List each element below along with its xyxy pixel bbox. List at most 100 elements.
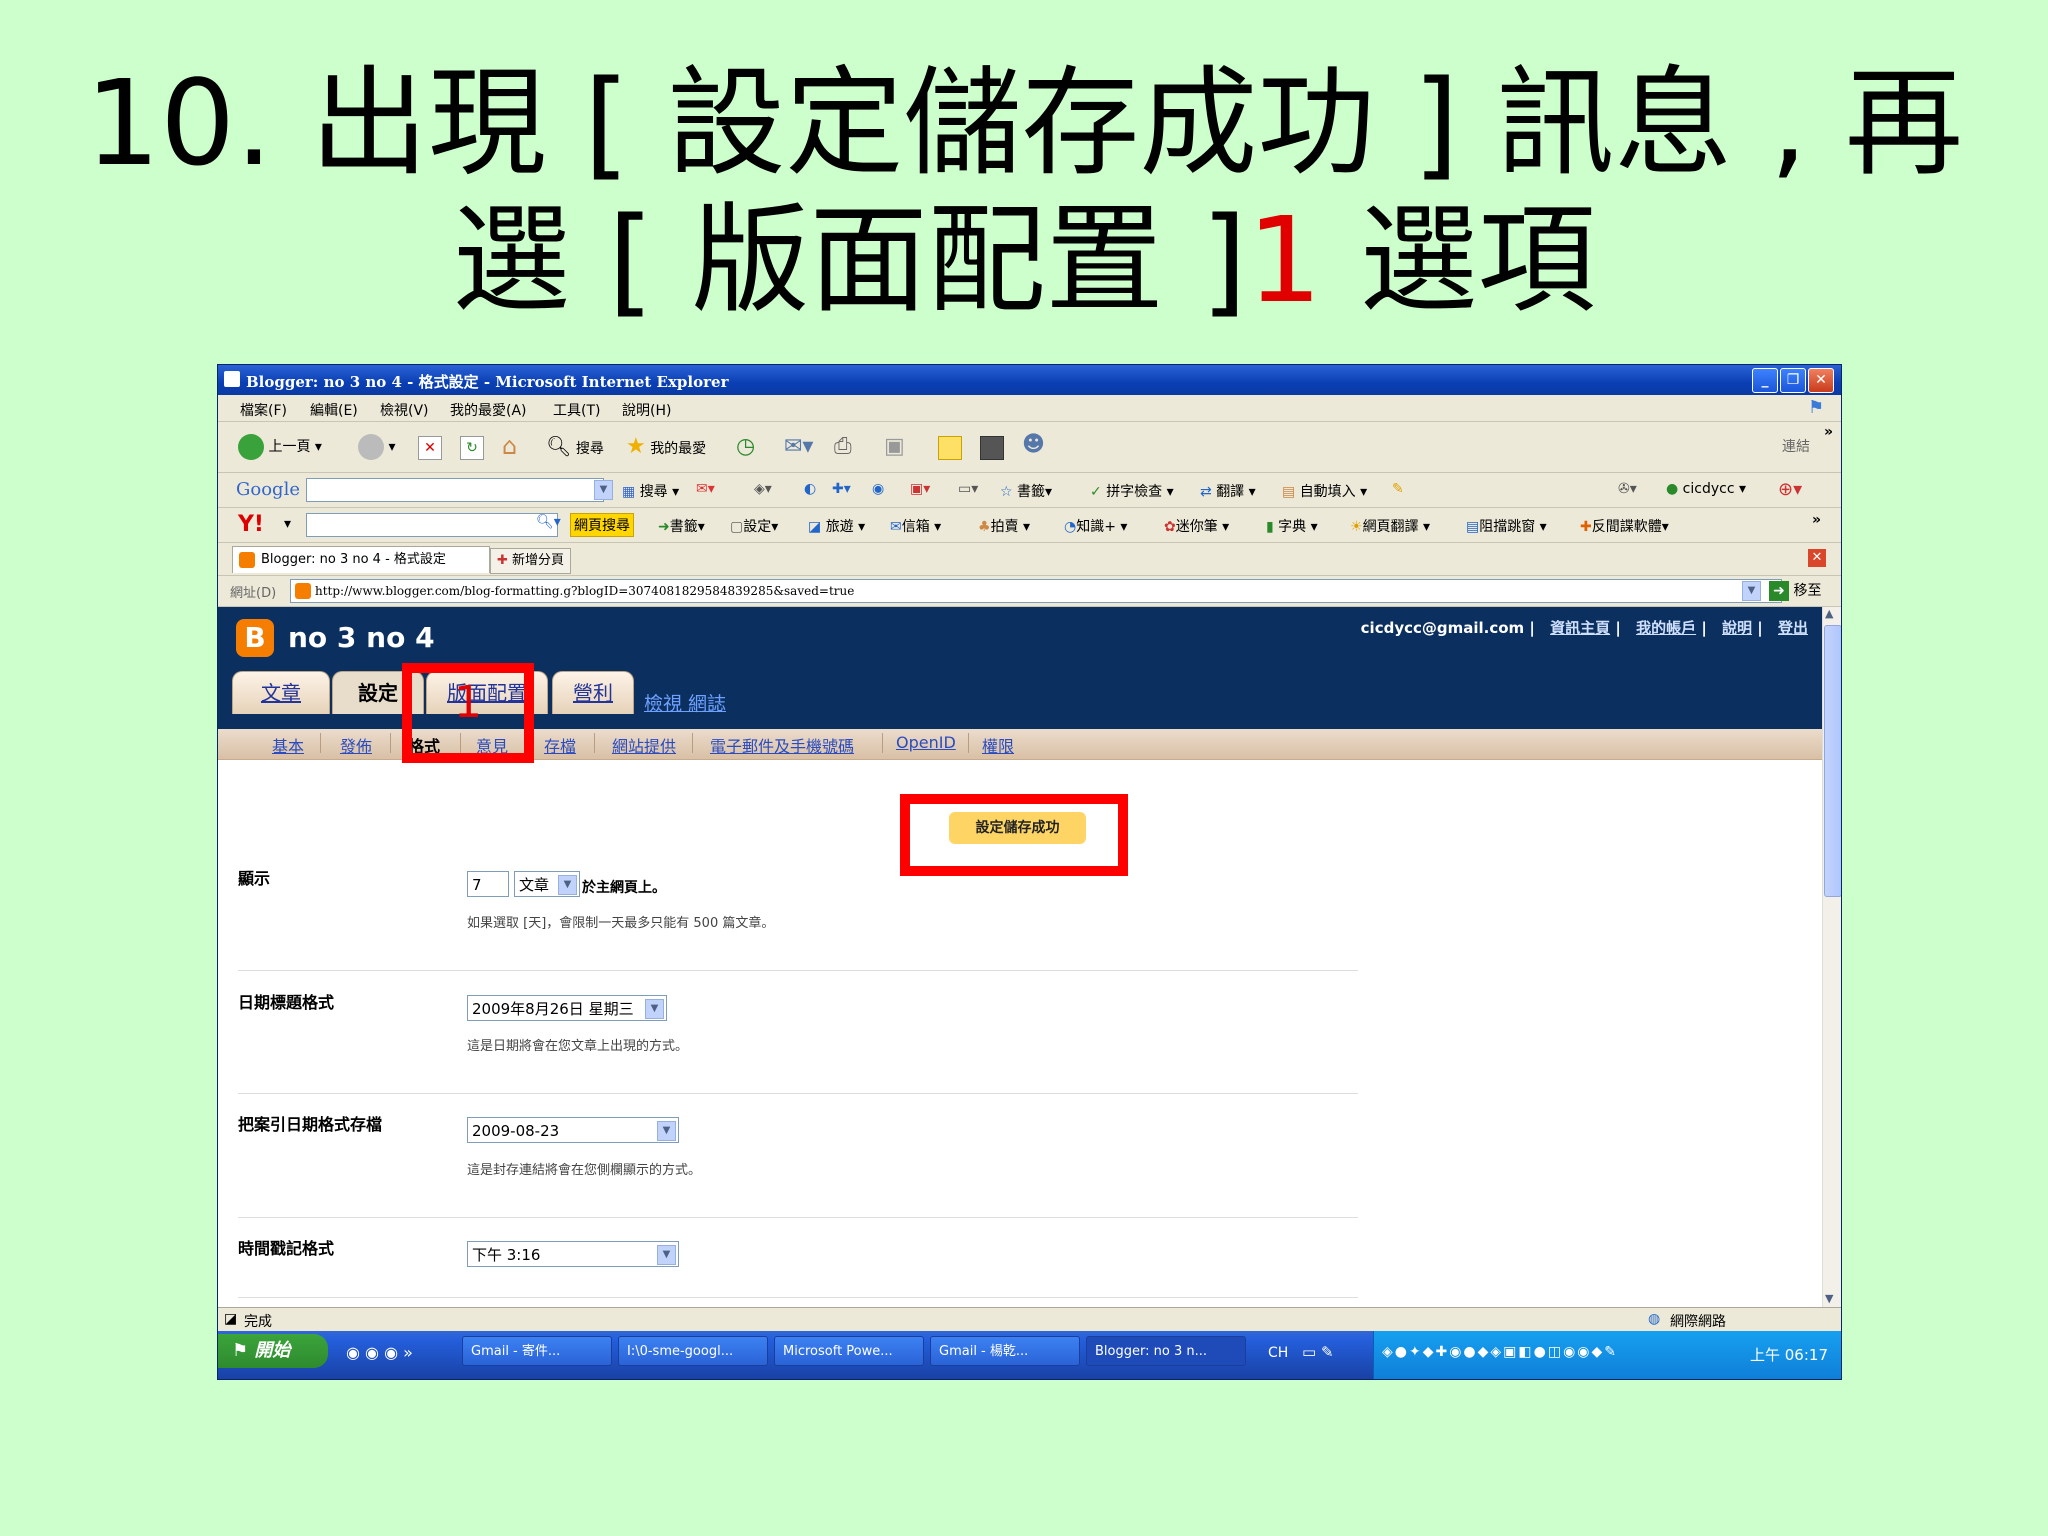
menu-favorites[interactable]: 我的最愛(A) bbox=[450, 400, 527, 420]
yahoo-mail[interactable]: ✉信箱 ▾ bbox=[890, 516, 941, 536]
quicklaunch-icons[interactable]: ◉ ◉ ◉ » bbox=[346, 1343, 413, 1362]
yahoo-minipen[interactable]: ✿迷你筆 ▾ bbox=[1164, 516, 1229, 536]
yahoo-dictionary[interactable]: ▮ 字典 ▾ bbox=[1266, 516, 1318, 536]
popup-icon[interactable]: ▣▾ bbox=[910, 481, 930, 497]
edit-icon[interactable]: ▣ bbox=[884, 434, 905, 459]
plus-icon[interactable]: ✚▾ bbox=[832, 481, 851, 497]
yahoo-settings[interactable]: ▢設定▾ bbox=[730, 516, 778, 536]
subnav-email-mobile[interactable]: 電子郵件及手機號碼 bbox=[710, 733, 854, 757]
links-label[interactable]: 連結 bbox=[1782, 436, 1810, 456]
task-gmail-2[interactable]: Gmail - 楊乾... bbox=[930, 1336, 1080, 1366]
yahoo-antispyware[interactable]: ✚反間諜軟體▾ bbox=[1580, 516, 1669, 536]
post-unit-select[interactable]: 文章 ▼ bbox=[514, 871, 580, 897]
go-button[interactable]: ➜ 移至 bbox=[1769, 580, 1821, 601]
google-search-dropdown[interactable]: ▼ bbox=[594, 480, 613, 500]
subnav-site-feed[interactable]: 網站提供 bbox=[612, 733, 676, 757]
my-account-link[interactable]: 我的帳戶 bbox=[1636, 619, 1696, 637]
home-icon[interactable]: ⌂ bbox=[502, 432, 517, 460]
yahoo-menu-arrow[interactable]: ▾ bbox=[284, 516, 291, 532]
subnav-archiving[interactable]: 存檔 bbox=[544, 733, 576, 757]
google-search-button[interactable]: ▦ 搜尋 ▾ bbox=[622, 481, 679, 501]
task-folder[interactable]: I:\0-sme-googl... bbox=[618, 1336, 768, 1366]
messenger-icon[interactable]: ☻ bbox=[1022, 432, 1045, 457]
address-dropdown[interactable]: ▼ bbox=[1742, 581, 1761, 601]
close-tab-icon[interactable]: ✕ bbox=[1808, 549, 1826, 567]
refresh-icon[interactable]: ↻ bbox=[460, 436, 484, 460]
pencil-icon[interactable]: ✎ bbox=[1392, 481, 1404, 497]
task-powerpoint[interactable]: Microsoft Powe... bbox=[774, 1336, 924, 1366]
yahoo-popup-blocker[interactable]: ▤阻擋跳窗 ▾ bbox=[1466, 516, 1547, 536]
yahoo-search-input[interactable] bbox=[306, 513, 558, 537]
menu-view[interactable]: 檢視(V) bbox=[380, 400, 429, 420]
translate-button[interactable]: ⇄ 翻譯 ▾ bbox=[1200, 481, 1256, 501]
menu-edit[interactable]: 編輯(E) bbox=[310, 400, 358, 420]
date-header-select[interactable]: 2009年8月26日 星期三 ▼ bbox=[467, 995, 667, 1021]
ime-icons[interactable]: ▭ ✎ bbox=[1302, 1343, 1334, 1361]
subnav-basic[interactable]: 基本 bbox=[272, 733, 304, 757]
menu-help[interactable]: 說明(H) bbox=[622, 400, 671, 420]
task-gmail-sent[interactable]: Gmail - 寄件... bbox=[462, 1336, 612, 1366]
minimize-button[interactable]: _ bbox=[1752, 368, 1778, 393]
yahoo-web-translate[interactable]: ☀網頁翻譯 ▾ bbox=[1350, 516, 1430, 536]
autofill-button[interactable]: ▤ 自動填入 ▾ bbox=[1282, 481, 1367, 501]
language-indicator[interactable]: CH bbox=[1268, 1345, 1288, 1361]
back-button[interactable]: 上一頁 ▾ bbox=[238, 434, 322, 460]
mail-icon[interactable]: ✉▾ bbox=[784, 434, 813, 459]
notes-icon[interactable] bbox=[938, 436, 962, 460]
maximize-button[interactable]: ❐ bbox=[1780, 368, 1806, 393]
print-icon[interactable]: ⎙ bbox=[834, 434, 852, 459]
address-input[interactable]: http://www.blogger.com/blog-formatting.g… bbox=[290, 579, 1782, 603]
sidewiki-icon[interactable]: ◐ bbox=[804, 481, 816, 497]
share-icon[interactable]: ◈▾ bbox=[754, 481, 772, 497]
stop-icon[interactable]: ✕ bbox=[418, 436, 442, 460]
history-icon[interactable]: ◷ bbox=[736, 434, 755, 459]
yahoo-bookmarks[interactable]: ➜書籤▾ bbox=[658, 516, 705, 536]
browser-tab-active[interactable]: Blogger: no 3 no 4 - 格式設定 bbox=[232, 546, 490, 573]
web-search-button[interactable]: 網頁搜尋 bbox=[570, 513, 634, 537]
pdf-icon[interactable]: ⊕▾ bbox=[1778, 479, 1802, 500]
research-icon[interactable] bbox=[980, 436, 1004, 460]
yahoo-travel[interactable]: ◪ 旅遊 ▾ bbox=[808, 516, 865, 536]
menu-file[interactable]: 檔案(F) bbox=[240, 400, 287, 420]
start-button[interactable]: ⚑ 開始 bbox=[218, 1334, 328, 1368]
vertical-scrollbar[interactable]: ▲ ▼ bbox=[1822, 607, 1841, 1307]
spellcheck-button[interactable]: ✓ 拼字檢查 ▾ bbox=[1090, 481, 1174, 501]
scroll-up-icon[interactable]: ▲ bbox=[1825, 607, 1833, 620]
post-count-input[interactable]: 7 bbox=[467, 871, 509, 897]
timestamp-select[interactable]: 下午 3:16 ▼ bbox=[467, 1241, 679, 1267]
subnav-publishing[interactable]: 發佈 bbox=[340, 733, 372, 757]
task-blogger[interactable]: Blogger: no 3 n... bbox=[1086, 1336, 1246, 1366]
view-blog-link[interactable]: 檢視 網誌 bbox=[644, 689, 726, 716]
tab-monetize[interactable]: 營利 bbox=[552, 671, 634, 714]
dashboard-link[interactable]: 資訊主頁 bbox=[1550, 619, 1610, 637]
help-link[interactable]: 說明 bbox=[1722, 619, 1752, 637]
google-account-button[interactable]: ● cicdycc ▾ bbox=[1666, 481, 1746, 497]
highlight-icon[interactable]: ▭▾ bbox=[958, 481, 978, 497]
search-button[interactable]: 🔍︎ 搜尋 bbox=[546, 434, 604, 458]
sign-out-link[interactable]: 登出 bbox=[1778, 619, 1808, 637]
google-search-input[interactable] bbox=[306, 478, 604, 502]
yahoo-search-icon[interactable]: 🔍︎▾ bbox=[536, 514, 561, 530]
close-button[interactable]: ✕ bbox=[1808, 368, 1834, 393]
tray-icons[interactable]: ◈●✦◆✚◉●◆◈▣◧●◫◉◉◆✎ bbox=[1382, 1344, 1618, 1360]
scroll-down-icon[interactable]: ▼ bbox=[1825, 1292, 1833, 1305]
window-titlebar[interactable]: Blogger: no 3 no 4 - 格式設定 - Microsoft In… bbox=[218, 365, 1841, 395]
favorites-button[interactable]: ★ 我的最愛 bbox=[626, 434, 706, 459]
forward-button[interactable]: ▾ bbox=[358, 434, 395, 460]
gmail-icon[interactable]: ✉▾ bbox=[696, 481, 715, 497]
yahoo-knowledge[interactable]: ◔知識+ ▾ bbox=[1064, 516, 1127, 536]
subnav-permissions[interactable]: 權限 bbox=[982, 733, 1014, 757]
google-bookmarks-button[interactable]: ☆ 書籤▾ bbox=[1000, 481, 1052, 501]
tab-posting[interactable]: 文章 bbox=[232, 671, 330, 714]
pagerank-icon[interactable]: ◉ bbox=[872, 481, 884, 497]
toolbar-chevron-icon[interactable]: » bbox=[1824, 424, 1833, 440]
yahoo-chevron-icon[interactable]: » bbox=[1812, 512, 1821, 528]
yahoo-auction[interactable]: ♣拍賣 ▾ bbox=[978, 516, 1030, 536]
subnav-openid[interactable]: OpenID bbox=[896, 733, 956, 752]
new-tab-button[interactable]: ✚ 新增分頁 bbox=[490, 548, 572, 574]
scroll-thumb[interactable] bbox=[1824, 625, 1841, 897]
archive-date-select[interactable]: 2009-08-23 ▼ bbox=[467, 1117, 679, 1143]
menu-tools[interactable]: 工具(T) bbox=[553, 400, 600, 420]
wrench-icon[interactable]: ✇▾ bbox=[1618, 481, 1637, 497]
blogger-logo[interactable]: B bbox=[236, 619, 274, 657]
